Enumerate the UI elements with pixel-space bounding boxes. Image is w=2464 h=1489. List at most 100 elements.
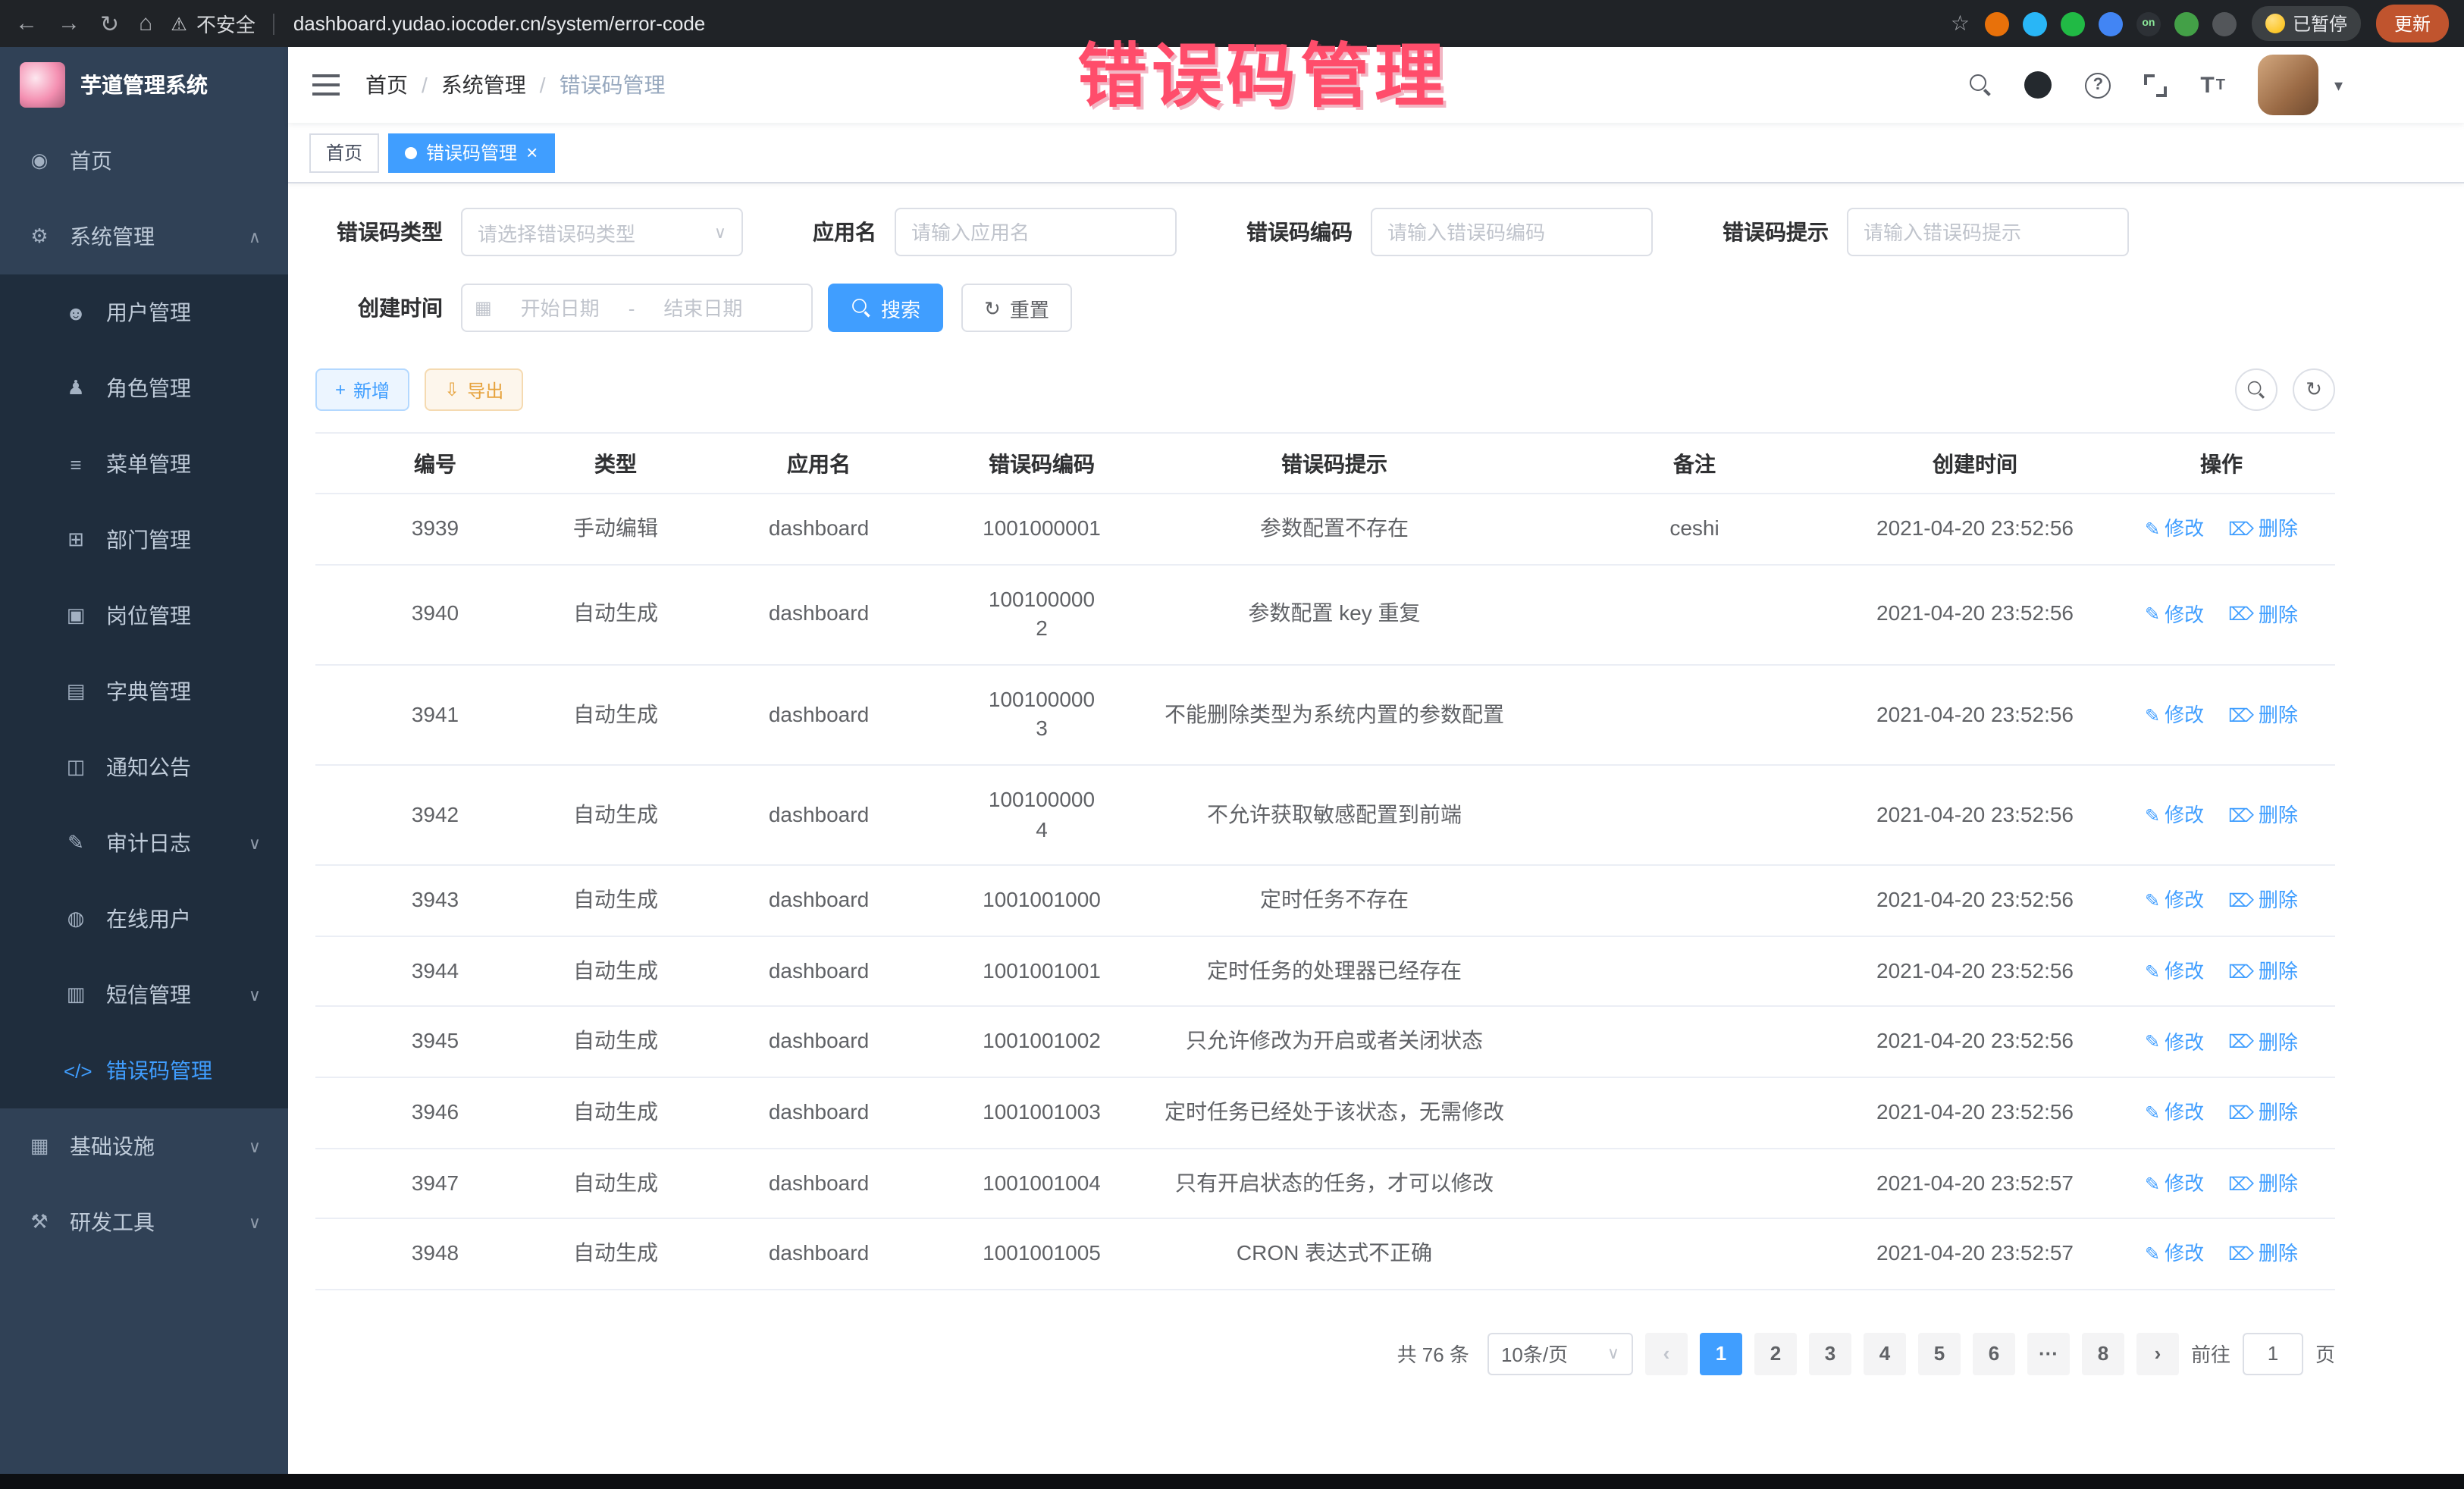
edit-button[interactable]: ✎ 修改 bbox=[2145, 1241, 2204, 1268]
app-name-input[interactable] bbox=[895, 208, 1177, 256]
table-row[interactable]: 3939 手动编辑 dashboard 1001000001 参数配置不存在 c… bbox=[315, 494, 2335, 564]
table-row[interactable]: 3943 自动生成 dashboard 1001001000 定时任务不存在 2… bbox=[315, 865, 2335, 936]
extension-2[interactable] bbox=[2023, 11, 2047, 36]
sidebar-item[interactable]: ≡ 菜单管理 bbox=[0, 426, 288, 502]
table-row[interactable]: 3942 自动生成 dashboard 100100000 4 不允许获取敏感配… bbox=[315, 765, 2335, 865]
delete-button[interactable]: ⌦ 删除 bbox=[2228, 601, 2298, 629]
delete-button[interactable]: ⌦ 删除 bbox=[2228, 1029, 2298, 1056]
app-logo[interactable]: 芋道管理系统 bbox=[0, 47, 288, 123]
edit-button[interactable]: ✎ 修改 bbox=[2145, 1171, 2204, 1198]
sidebar-item[interactable]: ✎ 审计日志 ∨ bbox=[0, 805, 288, 881]
sidebar-item[interactable]: ▣ 岗位管理 bbox=[0, 578, 288, 654]
delete-button[interactable]: ⌦ 删除 bbox=[2228, 1171, 2298, 1198]
table-row[interactable]: 3944 自动生成 dashboard 1001001001 定时任务的处理器已… bbox=[315, 936, 2335, 1007]
forward-icon[interactable]: → bbox=[58, 11, 80, 36]
date-range-picker[interactable]: ▦ - bbox=[461, 284, 813, 332]
edit-button[interactable]: ✎ 修改 bbox=[2145, 1029, 2204, 1056]
reset-button[interactable]: ↻ 重置 bbox=[961, 284, 1072, 332]
error-code-input[interactable] bbox=[1371, 208, 1653, 256]
start-date-input[interactable] bbox=[498, 296, 622, 319]
goto-page-input[interactable] bbox=[2243, 1332, 2303, 1375]
extension-7[interactable] bbox=[2212, 11, 2237, 36]
delete-button[interactable]: ⌦ 删除 bbox=[2228, 958, 2298, 986]
sidebar-item[interactable]: ◫ 通知公告 bbox=[0, 729, 288, 805]
edit-button[interactable]: ✎ 修改 bbox=[2145, 888, 2204, 915]
extension-4[interactable] bbox=[2099, 11, 2123, 36]
refresh-table-button[interactable]: ↻ bbox=[2293, 368, 2335, 411]
error-type-select[interactable]: 请选择错误码类型 ∨ bbox=[461, 208, 743, 256]
page-size-select[interactable]: 10条/页 ∨ bbox=[1487, 1332, 1633, 1375]
edit-button[interactable]: ✎ 修改 bbox=[2145, 1100, 2204, 1127]
table-row[interactable]: 3941 自动生成 dashboard 100100000 3 不能删除类型为系… bbox=[315, 665, 2335, 765]
page-button[interactable]: 2 bbox=[1754, 1332, 1797, 1375]
page-button[interactable]: 8 bbox=[2082, 1332, 2124, 1375]
table-row[interactable]: 3940 自动生成 dashboard 100100000 2 参数配置 key… bbox=[315, 564, 2335, 664]
search-button[interactable]: 搜索 bbox=[828, 284, 943, 332]
sidebar-item[interactable]: ▦ 基础设施 ∨ bbox=[0, 1108, 288, 1184]
table-row[interactable]: 3947 自动生成 dashboard 1001001004 只有开启状态的任务… bbox=[315, 1148, 2335, 1218]
sidebar-item[interactable]: ◉ 首页 bbox=[0, 123, 288, 199]
close-icon[interactable]: × bbox=[526, 143, 538, 162]
delete-button[interactable]: ⌦ 删除 bbox=[2228, 888, 2298, 915]
home-icon[interactable]: ⌂ bbox=[139, 11, 152, 36]
sidebar-item[interactable]: ⚒ 研发工具 ∨ bbox=[0, 1184, 288, 1260]
table-row[interactable]: 3946 自动生成 dashboard 1001001003 定时任务已经处于该… bbox=[315, 1077, 2335, 1148]
page-button[interactable]: ··· bbox=[2027, 1332, 2070, 1375]
sidebar-item[interactable]: ⊞ 部门管理 bbox=[0, 502, 288, 578]
add-button[interactable]: + 新增 bbox=[315, 368, 409, 411]
search-icon[interactable] bbox=[1970, 74, 1991, 96]
export-button[interactable]: ⇩ 导出 bbox=[425, 368, 523, 411]
delete-button[interactable]: ⌦ 删除 bbox=[2228, 802, 2298, 829]
sidebar-item[interactable]: ◍ 在线用户 bbox=[0, 881, 288, 957]
reload-icon[interactable]: ↻ bbox=[100, 10, 119, 37]
bookmark-star-icon[interactable]: ☆ bbox=[1951, 11, 1970, 36]
error-message-input[interactable] bbox=[1847, 208, 2129, 256]
chevron-down-icon[interactable]: ▾ bbox=[2334, 75, 2343, 95]
sidebar-item[interactable]: ☻ 用户管理 bbox=[0, 274, 288, 350]
security-chip[interactable]: ⚠ 不安全 bbox=[171, 9, 255, 38]
paused-badge[interactable]: 已暂停 bbox=[2252, 6, 2361, 41]
prev-page-button[interactable]: ‹ bbox=[1645, 1332, 1688, 1375]
edit-button[interactable]: ✎ 修改 bbox=[2145, 516, 2204, 544]
sidebar-item[interactable]: </> 错误码管理 bbox=[0, 1033, 288, 1108]
extension-6[interactable] bbox=[2174, 11, 2199, 36]
edit-button[interactable]: ✎ 修改 bbox=[2145, 601, 2204, 629]
table-row[interactable]: 3945 自动生成 dashboard 1001001002 只允许修改为开启或… bbox=[315, 1007, 2335, 1077]
tab[interactable]: 错误码管理 × bbox=[388, 133, 554, 172]
page-button[interactable]: 6 bbox=[1973, 1332, 2015, 1375]
sidebar-item[interactable]: ▤ 字典管理 bbox=[0, 654, 288, 729]
extension-1[interactable] bbox=[1985, 11, 2009, 36]
delete-button[interactable]: ⌦ 删除 bbox=[2228, 1241, 2298, 1268]
sidebar-item[interactable]: ▥ 短信管理 ∨ bbox=[0, 957, 288, 1033]
avatar[interactable] bbox=[2259, 55, 2319, 115]
sidebar-item[interactable]: ⚙ 系统管理 ∧ bbox=[0, 199, 288, 274]
edit-button[interactable]: ✎ 修改 bbox=[2145, 702, 2204, 729]
table-row[interactable]: 3948 自动生成 dashboard 1001001005 CRON 表达式不… bbox=[315, 1218, 2335, 1289]
fullscreen-icon[interactable] bbox=[2144, 74, 2167, 96]
toggle-search-button[interactable] bbox=[2235, 368, 2277, 411]
font-size-icon[interactable]: T T bbox=[2200, 72, 2225, 98]
next-page-button[interactable]: › bbox=[2136, 1332, 2179, 1375]
delete-button[interactable]: ⌦ 删除 bbox=[2228, 702, 2298, 729]
breadcrumb-item[interactable]: 错误码管理 / bbox=[560, 70, 666, 100]
extension-3[interactable] bbox=[2061, 11, 2085, 36]
end-date-input[interactable] bbox=[641, 296, 765, 319]
edit-button[interactable]: ✎ 修改 bbox=[2145, 802, 2204, 829]
page-button[interactable]: 4 bbox=[1864, 1332, 1906, 1375]
tab[interactable]: 首页 × bbox=[309, 133, 379, 172]
delete-button[interactable]: ⌦ 删除 bbox=[2228, 1100, 2298, 1127]
page-button[interactable]: 1 bbox=[1700, 1332, 1742, 1375]
edit-button[interactable]: ✎ 修改 bbox=[2145, 958, 2204, 986]
github-icon[interactable] bbox=[2024, 71, 2052, 99]
sidebar-item[interactable]: ♟ 角色管理 bbox=[0, 350, 288, 426]
page-button[interactable]: 3 bbox=[1809, 1332, 1851, 1375]
delete-button[interactable]: ⌦ 删除 bbox=[2228, 516, 2298, 544]
sidebar-toggle-icon[interactable] bbox=[312, 74, 340, 96]
address-bar[interactable]: dashboard.yudao.iocoder.cn/system/error-… bbox=[293, 12, 705, 35]
help-icon[interactable]: ? bbox=[2085, 72, 2111, 98]
breadcrumb-item[interactable]: 首页 / bbox=[365, 70, 441, 100]
page-button[interactable]: 5 bbox=[1918, 1332, 1961, 1375]
extension-5[interactable]: on bbox=[2136, 11, 2161, 36]
update-button[interactable]: 更新 bbox=[2376, 5, 2449, 42]
breadcrumb-item[interactable]: 系统管理 / bbox=[441, 70, 560, 100]
